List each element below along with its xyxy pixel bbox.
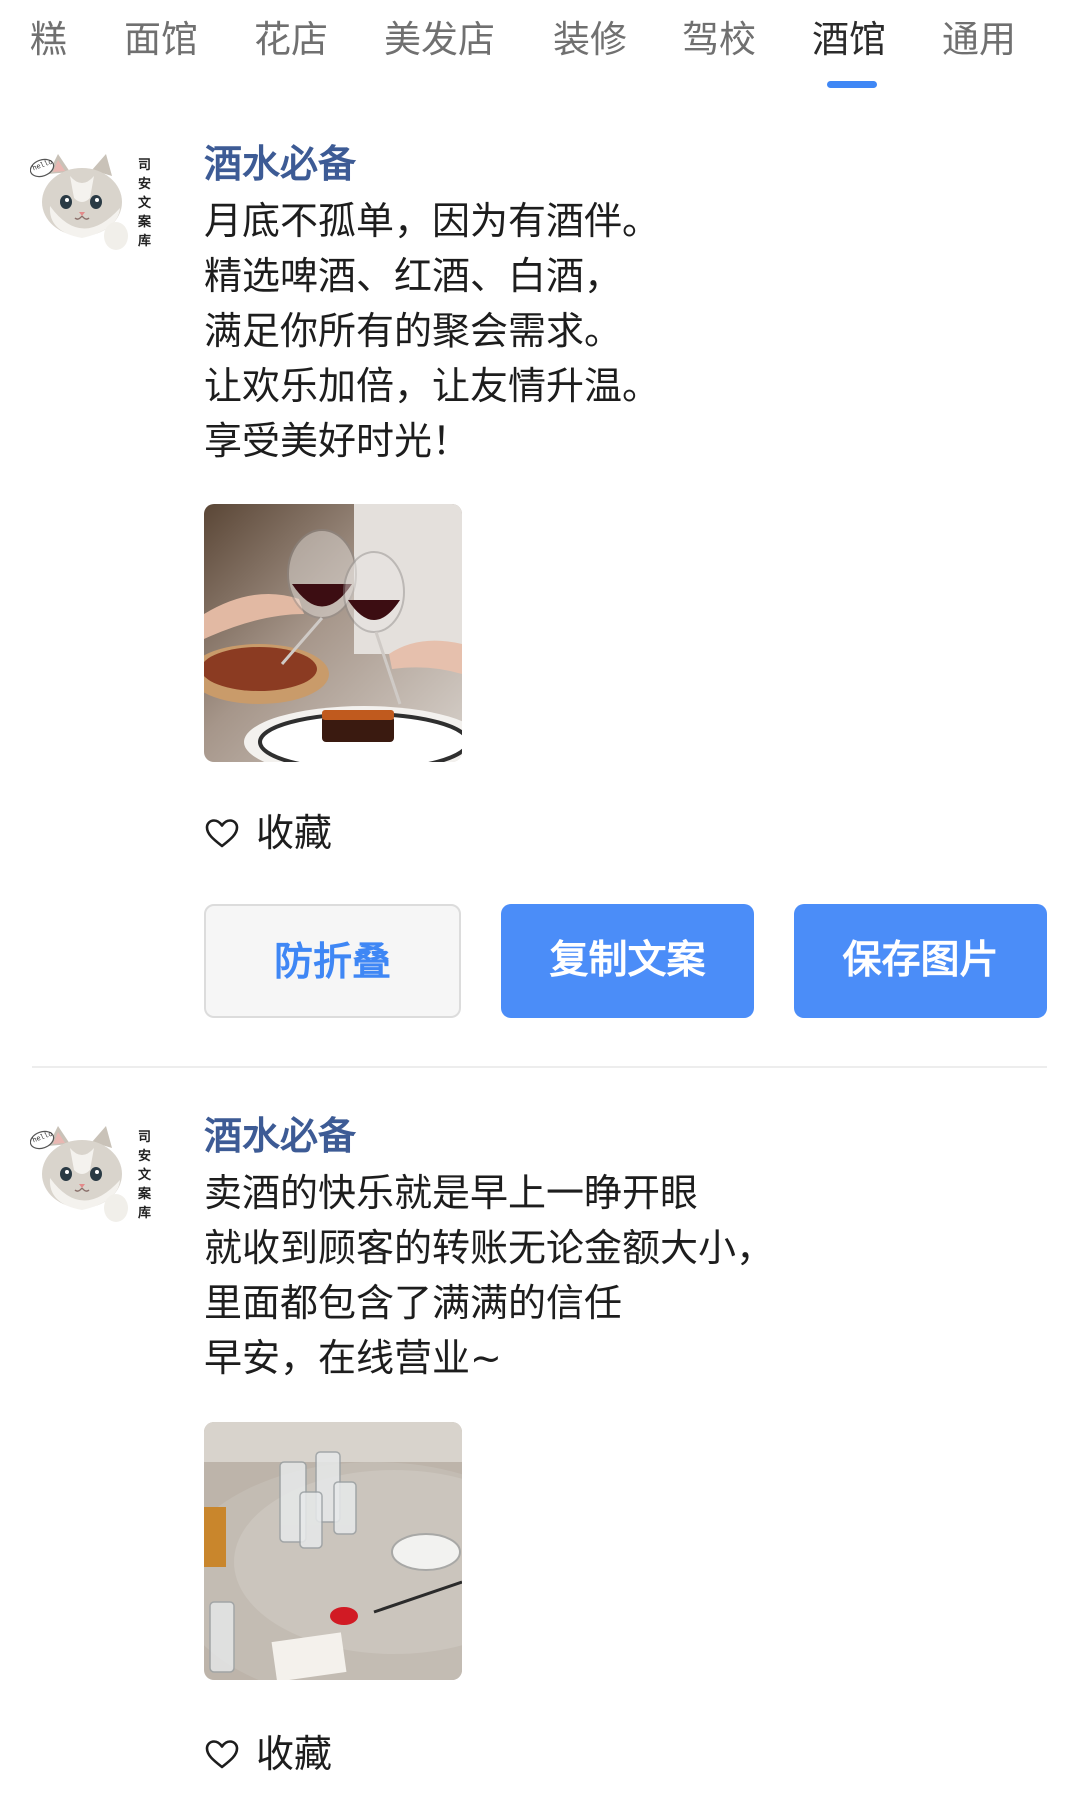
tab-tavern[interactable]: 酒馆 xyxy=(812,14,886,66)
tab-cake[interactable]: 糕 xyxy=(30,14,67,66)
post-text-line: 就收到顾客的转账无论金额大小， xyxy=(204,1226,775,1270)
wine-toast-photo-icon xyxy=(204,504,462,762)
tab-hair-salon[interactable]: 美发店 xyxy=(384,14,495,66)
heart-icon xyxy=(205,819,239,848)
active-tab-indicator xyxy=(827,81,877,88)
post-text-line: 月底不孤单，因为有酒伴。 xyxy=(204,199,661,243)
tab-noodle-shop[interactable]: 面馆 xyxy=(124,14,198,66)
category-tab-bar: 糕 面馆 花店 美发店 装修 驾校 酒馆 通用 xyxy=(0,0,1080,100)
save-image-button[interactable]: 保存图片 xyxy=(794,904,1047,1018)
avatar-char: 案 xyxy=(138,1187,152,1202)
post-divider xyxy=(32,1066,1047,1068)
post-text-line: 享受美好时光！ xyxy=(204,419,471,463)
favorite-label: 收藏 xyxy=(256,811,333,855)
tab-driving-school[interactable]: 驾校 xyxy=(682,14,756,66)
anti-fold-button[interactable]: 防折叠 xyxy=(204,904,461,1018)
tab-flower-shop[interactable]: 花店 xyxy=(254,14,328,66)
avatar-char: 库 xyxy=(138,1206,152,1221)
post-image[interactable] xyxy=(204,504,462,762)
avatar-char: 安 xyxy=(138,177,152,192)
post-text-line: 让欢乐加倍，让友情升温。 xyxy=(204,364,661,408)
author-name[interactable]: 酒水必备 xyxy=(204,138,356,190)
copy-text-button[interactable]: 复制文案 xyxy=(501,904,754,1018)
heart-icon xyxy=(205,1740,239,1769)
post-text-line: 满足你所有的聚会需求。 xyxy=(204,309,623,353)
avatar-char: 司 xyxy=(138,1130,152,1145)
post-text-line: 里面都包含了满满的信任 xyxy=(204,1281,623,1325)
favorite-label: 收藏 xyxy=(256,1732,333,1776)
post-text: 卖酒的快乐就是早上一睁开眼 就收到顾客的转账无论金额大小， 里面都包含了满满的信… xyxy=(204,1166,1034,1386)
post-text-line: 精选啤酒、红酒、白酒， xyxy=(204,254,623,298)
author-name[interactable]: 酒水必备 xyxy=(204,1110,356,1162)
avatar-side-text: 司 安 文 案 库 xyxy=(138,1128,154,1223)
avatar-char: 文 xyxy=(138,1168,152,1183)
avatar-char: 案 xyxy=(138,215,152,230)
tab-renovation[interactable]: 装修 xyxy=(553,14,627,66)
avatar-char: 安 xyxy=(138,1149,152,1164)
post-text: 月底不孤单，因为有酒伴。 精选啤酒、红酒、白酒， 满足你所有的聚会需求。 让欢乐… xyxy=(204,194,1034,469)
liquor-glasses-photo-icon xyxy=(204,1422,462,1680)
post-text-line: 早安，在线营业~ xyxy=(204,1336,502,1380)
feed-post: hello 司 安 文 案 库 酒水必备 卖酒的快乐就是早上一睁开眼 就收到顾客… xyxy=(0,1110,1080,1810)
avatar-char: 文 xyxy=(138,196,152,211)
avatar[interactable]: hello 司 安 文 案 库 xyxy=(29,1122,154,1232)
avatar-char: 司 xyxy=(138,158,152,173)
avatar-side-text: 司 安 文 案 库 xyxy=(138,156,154,251)
post-text-line: 卖酒的快乐就是早上一睁开眼 xyxy=(204,1171,699,1215)
avatar[interactable]: hello 司 安 文 案 库 xyxy=(29,150,154,260)
tab-general[interactable]: 通用 xyxy=(942,14,1016,66)
avatar-char: 库 xyxy=(138,234,152,249)
feed-post: hello 司 安 文 案 库 酒水必备 月底不孤单，因为有酒伴。 精选啤酒、红… xyxy=(0,138,1080,1068)
post-image[interactable] xyxy=(204,1422,462,1680)
